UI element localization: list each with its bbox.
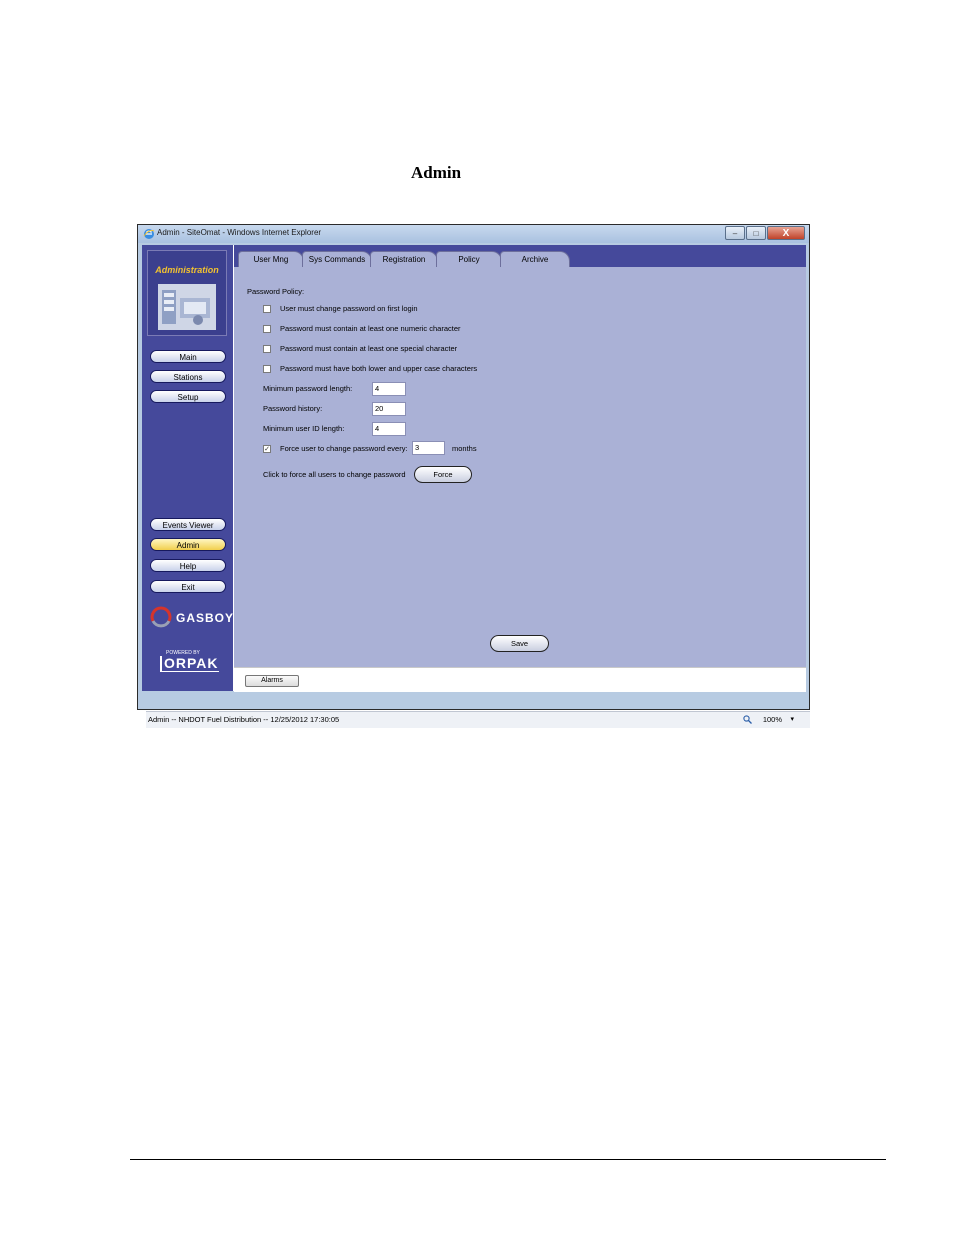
nav-events-viewer-button[interactable]: Events Viewer — [150, 518, 226, 531]
nav-stations-button[interactable]: Stations — [150, 370, 226, 383]
min-userid-length-label: Minimum user ID length: — [263, 424, 345, 433]
gasboy-brand-text: GASBOY — [176, 611, 235, 625]
app-client-area: Administration Main Stations Setup Event… — [142, 245, 810, 728]
nav-setup-button[interactable]: Setup — [150, 390, 226, 403]
password-history-label: Password history: — [263, 404, 323, 413]
numeric-char-checkbox[interactable] — [263, 325, 271, 333]
internet-explorer-icon — [143, 229, 155, 239]
zoom-magnifier-icon — [743, 715, 752, 724]
status-bar: Admin -- NHDOT Fuel Distribution -- 12/2… — [146, 711, 810, 728]
tab-strip: User Mng Sys Commands Registration Polic… — [234, 245, 806, 267]
min-password-length-label: Minimum password length: — [263, 384, 353, 393]
window-title: Admin - SiteOmat - Windows Internet Expl… — [157, 228, 322, 237]
tab-user-mng[interactable]: User Mng — [238, 251, 304, 267]
administration-label: Administration — [155, 265, 219, 275]
browser-window: Admin - SiteOmat - Windows Internet Expl… — [137, 224, 810, 728]
title-bar: Admin - SiteOmat - Windows Internet Expl… — [138, 225, 809, 243]
gasboy-logo-icon — [150, 606, 172, 628]
special-char-checkbox[interactable] — [263, 345, 271, 353]
alarms-button[interactable]: Alarms — [245, 675, 299, 687]
first-login-checkbox[interactable] — [263, 305, 271, 313]
sidebar: Administration Main Stations Setup Event… — [142, 245, 233, 691]
min-userid-length-input[interactable]: 4 — [372, 422, 406, 436]
window-controls: – □ X — [724, 226, 805, 240]
tab-archive[interactable]: Archive — [500, 251, 570, 267]
password-history-input[interactable]: 20 — [372, 402, 406, 416]
force-change-months-input[interactable]: 3 — [412, 441, 445, 455]
mixed-case-label: Password must have both lower and upper … — [280, 364, 478, 373]
tab-registration[interactable]: Registration — [370, 251, 438, 267]
close-button[interactable]: X — [767, 226, 805, 240]
nav-admin-button[interactable]: Admin — [150, 538, 226, 551]
save-button[interactable]: Save — [490, 635, 549, 652]
nav-main-button[interactable]: Main — [150, 350, 226, 363]
mixed-case-checkbox[interactable] — [263, 365, 271, 373]
policy-panel: User Mng Sys Commands Registration Polic… — [234, 245, 806, 667]
bottom-bar: Alarms — [234, 667, 806, 692]
months-unit-label: months — [452, 444, 477, 453]
first-login-label: User must change password on first login — [280, 304, 418, 313]
numeric-char-label: Password must contain at least one numer… — [280, 324, 461, 333]
tab-policy[interactable]: Policy — [436, 251, 502, 267]
maximize-button[interactable]: □ — [746, 226, 766, 240]
force-change-label: Force user to change password every: — [280, 444, 408, 453]
special-char-label: Password must contain at least one speci… — [280, 344, 458, 353]
status-text: Admin -- NHDOT Fuel Distribution -- 12/2… — [148, 715, 340, 724]
zoom-dropdown-icon[interactable]: ▾ — [790, 715, 794, 723]
password-policy-heading: Password Policy: — [247, 287, 305, 296]
force-all-label: Click to force all users to change passw… — [263, 470, 406, 479]
footer-rule — [130, 1159, 886, 1160]
minimize-button[interactable]: – — [725, 226, 745, 240]
force-change-checkbox[interactable]: ✓ — [263, 445, 271, 453]
force-button[interactable]: Force — [414, 466, 472, 483]
document-heading: Admin — [411, 163, 462, 182]
nav-exit-button[interactable]: Exit — [150, 580, 226, 593]
zoom-level[interactable]: 100% — [763, 715, 782, 724]
tab-sys-commands[interactable]: Sys Commands — [302, 251, 372, 267]
nav-help-button[interactable]: Help — [150, 559, 226, 572]
administration-illustration-icon — [158, 284, 216, 330]
administration-logo: Administration — [147, 250, 227, 336]
min-password-length-input[interactable]: 4 — [372, 382, 406, 396]
orpak-logo: ORPAK — [160, 656, 219, 672]
